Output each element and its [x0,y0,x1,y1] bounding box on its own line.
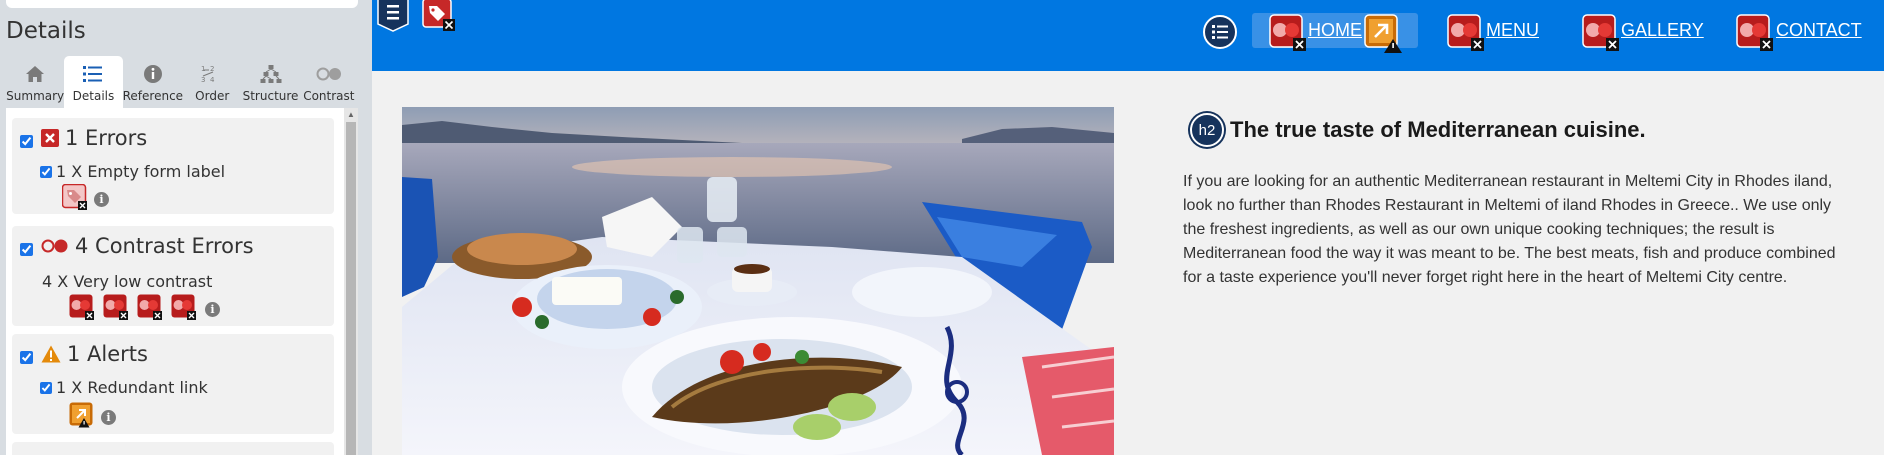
tab-contrast[interactable]: Contrast [300,56,358,108]
error-x-icon [41,129,59,147]
alerts-checkbox[interactable] [20,350,33,364]
tab-order[interactable]: 1234 Order [183,56,241,108]
home-icon [25,62,45,86]
nav-menu-link[interactable]: MENU [1486,20,1539,41]
intro-paragraph: If you are looking for an authentic Medi… [1183,173,1836,286]
nav-gallery-link[interactable]: GALLERY [1621,20,1704,41]
redundant-link-item: 1 X Redundant link [56,378,208,397]
tab-summary[interactable]: Summary [6,56,64,108]
info-icon[interactable]: i [94,192,109,207]
hero-food-image [402,107,1114,455]
structure-icon [260,62,282,86]
contrast-error-icon [41,238,69,254]
scroll-up-arrow-icon[interactable]: ▲ [347,110,355,119]
panel-scrollbar[interactable]: ▲ [344,108,358,455]
alerts-heading: 1 Alerts [67,342,148,366]
unordered-list-icon[interactable] [1202,14,1238,55]
nav-contact-link[interactable]: CONTACT [1776,20,1862,41]
contrast-error-icon[interactable] [69,294,95,325]
tab-label: Reference [122,89,184,103]
empty-form-label-checkbox[interactable] [40,165,52,178]
tab-details[interactable]: Details [64,56,123,108]
contrast-errors-card: 4 Contrast Errors 4 X Very low contrast … [12,226,334,326]
panel-tabs: Summary Details Reference 1234 Order Str… [6,56,358,108]
list-structure-icon[interactable] [376,0,410,37]
contrast-error-icon[interactable] [103,294,129,325]
alerts-card: 1 Alerts 1 X Redundant link i [12,334,334,434]
tab-label: Structure [242,89,299,103]
svg-text:4: 4 [210,76,215,84]
contrast-error-icon[interactable] [137,294,163,325]
contrast-error-icon[interactable] [171,294,197,325]
contrast-error-icon[interactable] [1269,14,1307,57]
list-icon [83,62,103,86]
tab-label: Contrast [303,89,355,103]
wave-sidebar: Details Summary Details Reference 1234 O… [0,0,372,455]
empty-form-label-icon[interactable] [61,183,88,215]
info-icon [143,62,163,86]
contrast-checkbox[interactable] [20,242,33,256]
contrast-icon [316,62,342,86]
contrast-error-icon[interactable] [1582,14,1620,57]
redundant-link-checkbox[interactable] [40,381,52,394]
content-heading: h2 The true taste of Mediterranean cuisi… [1190,113,1646,147]
info-icon[interactable]: i [101,410,116,425]
svg-text:3: 3 [201,76,205,84]
panel-search-box[interactable] [6,0,358,8]
next-card [12,442,334,455]
empty-label-tag-icon[interactable] [422,0,456,37]
very-low-contrast-item: 4 X Very low contrast [42,272,213,291]
scrollbar-thumb[interactable] [346,122,356,455]
redundant-link-icon[interactable] [1364,14,1404,59]
website-preview: HOME MENU GALLERY CONTACT h2 The true ta… [372,0,1884,455]
redundant-link-icon[interactable] [69,402,95,433]
alert-triangle-icon [41,345,61,363]
errors-heading: 1 Errors [65,126,148,150]
section-heading: The true taste of Mediterranean cuisine. [1230,117,1646,142]
contrast-error-icon[interactable] [1736,14,1774,57]
details-list: 1 Errors 1 X Empty form label i 4 Contra… [6,108,358,455]
empty-form-label-item: 1 X Empty form label [56,162,226,181]
tab-reference[interactable]: Reference [123,56,183,108]
contrast-heading: 4 Contrast Errors [75,234,254,258]
svg-text:1: 1 [201,65,205,73]
info-icon[interactable]: i [205,302,220,317]
panel-title: Details [6,18,86,44]
site-navbar: HOME MENU GALLERY CONTACT [372,0,1884,71]
order-icon: 1234 [200,62,224,86]
heading-level-badge[interactable]: h2 [1190,113,1224,147]
tab-label: Details [72,89,115,103]
tab-label: Summary [6,89,65,103]
tab-structure[interactable]: Structure [241,56,299,108]
contrast-error-icon[interactable] [1447,14,1485,57]
errors-card: 1 Errors 1 X Empty form label i [12,118,334,214]
errors-checkbox[interactable] [20,134,33,148]
tab-label: Order [195,89,230,103]
nav-home-link[interactable]: HOME [1308,20,1362,41]
